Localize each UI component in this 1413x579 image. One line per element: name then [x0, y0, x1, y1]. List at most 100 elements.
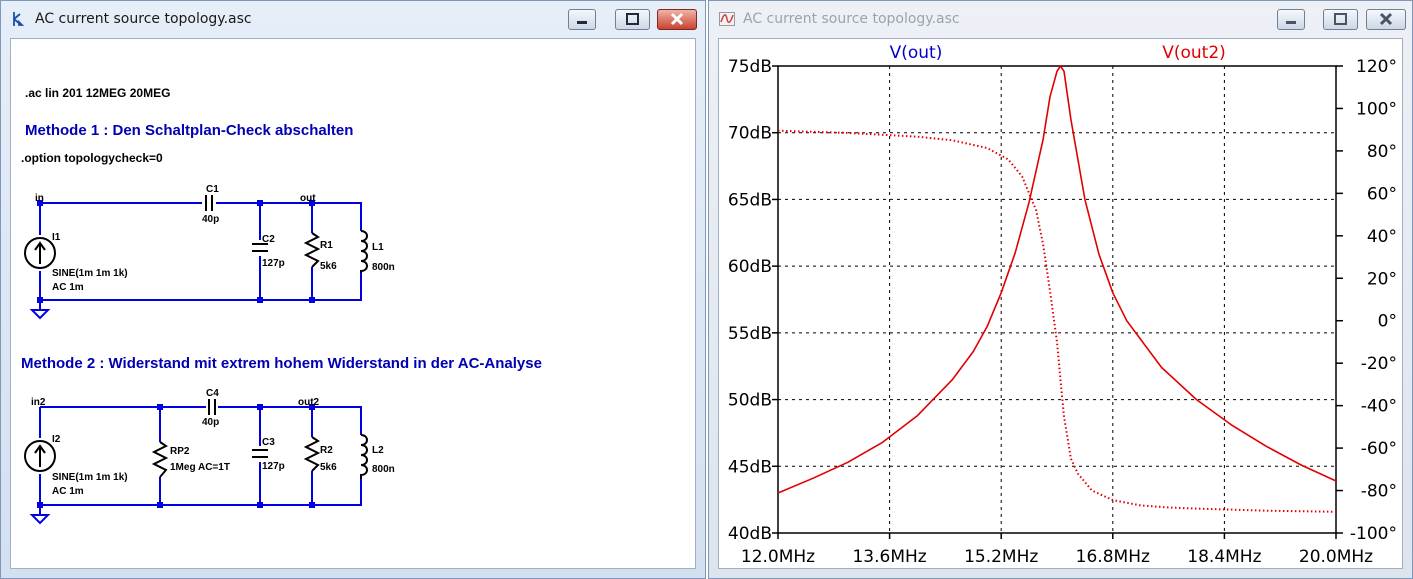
close-icon — [1379, 12, 1393, 26]
grid-lines — [778, 66, 1336, 533]
capacitor-C1[interactable] — [205, 195, 213, 211]
y-right-tick-label: -60° — [1361, 439, 1397, 459]
L1-name[interactable]: L1 — [372, 242, 384, 253]
C3-value[interactable]: 127p — [262, 461, 285, 472]
resistor-R2[interactable] — [303, 436, 321, 472]
maximize-button[interactable] — [1323, 9, 1358, 30]
y-right-tick-label: 40° — [1367, 227, 1397, 247]
y-left-tick-label: 50dB — [728, 391, 772, 411]
heading-methode-1[interactable]: Methode 1 : Den Schaltplan-Check abschal… — [25, 122, 353, 139]
net-label-out[interactable]: out — [300, 193, 316, 204]
close-button[interactable] — [1366, 9, 1406, 30]
RP2-name[interactable]: RP2 — [170, 446, 190, 457]
net-label-out2[interactable]: out2 — [298, 397, 320, 408]
L1-value[interactable]: 800n — [372, 262, 395, 273]
title-bar[interactable]: AC current source topology.asc — [1, 1, 705, 37]
minimize-button[interactable] — [568, 9, 596, 30]
y-right-tick-label: 80° — [1367, 142, 1397, 162]
legend-v-out2[interactable]: V(out2) — [1162, 43, 1226, 63]
schematic-window: AC current source topology.asc .ac lin 2… — [0, 0, 706, 579]
C1-name[interactable]: C1 — [206, 184, 219, 195]
L2-name[interactable]: L2 — [372, 445, 384, 456]
current-source-I2[interactable] — [24, 440, 56, 472]
net-label-in2[interactable]: in2 — [31, 397, 46, 408]
C2-value[interactable]: 127p — [262, 258, 285, 269]
title-bar[interactable]: AC current source topology.asc — [709, 1, 1412, 37]
R1-name[interactable]: R1 — [320, 240, 333, 251]
schematic-drawing: .ac lin 201 12MEG 20MEG Methode 1 : Den … — [21, 86, 542, 525]
y-left-tick-label: 55dB — [728, 324, 772, 344]
close-button[interactable] — [657, 9, 697, 30]
capacitor-C4[interactable] — [208, 399, 216, 415]
C3-name[interactable]: C3 — [262, 437, 275, 448]
net-label-in[interactable]: in — [35, 193, 44, 204]
y-right-tick-label: 20° — [1367, 269, 1397, 289]
ground-symbol-1 — [29, 309, 51, 320]
y-right-tick-label: 120° — [1356, 57, 1397, 77]
C4-name[interactable]: C4 — [206, 388, 219, 399]
y-right-tick-label: 60° — [1367, 184, 1397, 204]
y-right-tick-label: -40° — [1361, 397, 1397, 417]
x-tick-label: 15.2MHz — [964, 547, 1038, 567]
I2-name[interactable]: I2 — [52, 434, 61, 445]
minimize-button[interactable] — [1277, 9, 1305, 30]
window-title: AC current source topology.asc — [35, 11, 252, 27]
I1-value1[interactable]: SINE(1m 1m 1k) — [52, 268, 128, 279]
ac-analysis-plot[interactable]: 12.0MHz 13.6MHz 15.2MHz 16.8MHz 18.4MHz 20.0M… — [719, 39, 1403, 569]
RP2-value[interactable]: 1Meg AC=1T — [170, 462, 230, 473]
circuit2-wires — [39, 406, 362, 515]
y-right-tick-label: 0° — [1378, 312, 1397, 332]
y-right-tick-label: -100° — [1350, 524, 1397, 544]
circuit1-wires — [39, 202, 362, 310]
C1-value[interactable]: 40p — [202, 214, 219, 225]
I2-value2[interactable]: AC 1m — [52, 486, 84, 497]
R1-value[interactable]: 5k6 — [320, 261, 337, 272]
plot-frame — [777, 65, 1337, 534]
ground-symbol-2 — [29, 514, 51, 525]
capacitor-C3[interactable] — [252, 449, 268, 458]
R2-name[interactable]: R2 — [320, 445, 333, 456]
inductor-L1[interactable] — [360, 230, 368, 273]
y-left-tick-label: 40dB — [728, 524, 772, 544]
resistor-R1[interactable] — [303, 232, 321, 268]
x-tick-label: 20.0MHz — [1299, 547, 1373, 567]
schematic-canvas[interactable]: .ac lin 201 12MEG 20MEG Methode 1 : Den … — [10, 38, 696, 569]
plot-pane[interactable]: 12.0MHz 13.6MHz 15.2MHz 16.8MHz 18.4MHz 20.0M… — [718, 38, 1403, 569]
y-left-tick-label: 45dB — [728, 457, 772, 477]
I1-value2[interactable]: AC 1m — [52, 282, 84, 293]
legend-v-out[interactable]: V(out) — [890, 43, 943, 63]
x-tick-label: 13.6MHz — [852, 547, 926, 567]
close-icon — [670, 12, 684, 26]
y-left-tick-label: 60dB — [728, 257, 772, 277]
heading-methode-2[interactable]: Methode 2 : Widerstand mit extrem hohem … — [21, 355, 542, 372]
inductor-L2[interactable] — [360, 434, 368, 479]
minimize-icon — [577, 21, 587, 24]
series-layer — [777, 65, 1337, 513]
maximize-button[interactable] — [615, 9, 650, 30]
x-tick-label: 12.0MHz — [741, 547, 815, 567]
window-title: AC current source topology.asc — [743, 11, 960, 27]
C2-name[interactable]: C2 — [262, 234, 275, 245]
x-tick-label: 16.8MHz — [1076, 547, 1150, 567]
resistor-RP2[interactable] — [151, 441, 169, 478]
y-left-tick-label: 70dB — [728, 124, 772, 144]
capacitor-C2[interactable] — [252, 243, 268, 252]
x-tick-label: 18.4MHz — [1187, 547, 1261, 567]
current-source-I1[interactable] — [24, 237, 56, 269]
y-left-tick-label: 65dB — [728, 190, 772, 210]
I2-value1[interactable]: SINE(1m 1m 1k) — [52, 472, 128, 483]
C4-value[interactable]: 40p — [202, 417, 219, 428]
option-directive[interactable]: .option topologycheck=0 — [21, 151, 163, 165]
R2-value[interactable]: 5k6 — [320, 462, 337, 473]
magnitude-trace[interactable] — [777, 65, 1337, 494]
maximize-icon — [626, 13, 639, 25]
y-right-tick-label: -80° — [1361, 482, 1397, 502]
y-right-tick-label: -20° — [1361, 354, 1397, 374]
L2-value[interactable]: 800n — [372, 464, 395, 475]
y-left-tick-label: 75dB — [728, 57, 772, 77]
I1-name[interactable]: I1 — [52, 232, 61, 243]
ac-directive[interactable]: .ac lin 201 12MEG 20MEG — [25, 86, 170, 100]
axis-ticks — [772, 65, 1343, 539]
axis-labels: 12.0MHz 13.6MHz 15.2MHz 16.8MHz 18.4MHz 20.0M… — [728, 57, 1397, 567]
ltspice-schematic-icon — [13, 12, 25, 26]
